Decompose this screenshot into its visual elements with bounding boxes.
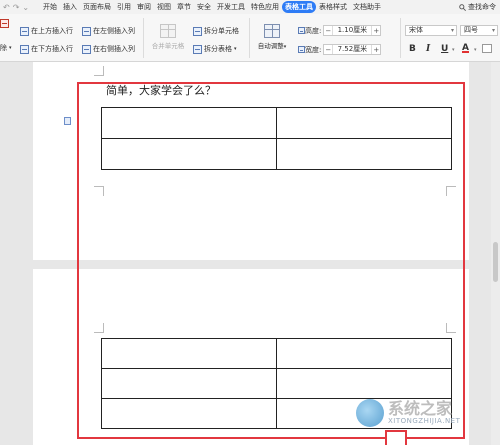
insert-column-left-label: 在左侧插入列 [93, 27, 135, 35]
tab-security[interactable]: 安全 [194, 1, 214, 13]
chevron-down-icon: ▾ [283, 44, 287, 50]
underline-button[interactable]: U [441, 44, 448, 54]
margin-marker [94, 66, 104, 76]
split-cells-button[interactable]: 拆分单元格 [193, 26, 239, 36]
insert-row-below-button[interactable]: 在下方插入行 [20, 44, 73, 54]
font-size-value: 四号 [464, 26, 478, 34]
undo-icon[interactable]: ↶ [3, 3, 10, 12]
insert-column-right-icon [82, 44, 91, 54]
column-width-label: 宽度: [305, 45, 322, 54]
delete-table-icon-partial [0, 19, 9, 28]
font-color-icon[interactable]: A [462, 43, 469, 53]
insert-column-left-button[interactable]: 在左侧插入列 [82, 26, 135, 36]
insert-row-above-label: 在上方插入行 [31, 27, 73, 35]
vertical-scrollbar[interactable] [491, 62, 500, 445]
highlight-annotation-box [77, 82, 465, 439]
row-height-icon [298, 27, 305, 34]
tab-doc-assistant[interactable]: 文档助手 [350, 1, 384, 13]
decrease-height-button[interactable]: − [324, 27, 332, 35]
chevron-down-icon: ▾ [234, 46, 237, 52]
auto-fit-icon [264, 24, 280, 38]
redo-icon[interactable]: ↷ [13, 3, 20, 12]
ribbon-separator [249, 18, 250, 58]
cell-shading-icon[interactable] [482, 44, 492, 53]
increase-height-button[interactable]: + [372, 27, 380, 35]
quick-access-dropdown-icon[interactable]: ⌄ [22, 3, 29, 12]
increase-width-button[interactable]: + [372, 46, 380, 54]
search-icon [459, 3, 466, 11]
scrollbar-thumb[interactable] [493, 242, 498, 282]
tab-featured-apps[interactable]: 特色应用 [248, 1, 282, 13]
ribbon-toolbar: 除 ▾ 在上方插入行 在下方插入行 在左侧插入列 在右侧插入列 合并单元格 拆分… [0, 14, 500, 62]
tab-home[interactable]: 开始 [40, 1, 60, 13]
menu-bar: ↶ ↷ ⌄ 开始 插入 页面布局 引用 审阅 视图 章节 安全 开发工具 特色应… [0, 0, 500, 14]
insert-row-above-icon [20, 26, 29, 36]
split-cells-icon [193, 26, 202, 36]
merge-cells-label: 合并单元格 [151, 42, 185, 50]
ribbon-separator [400, 18, 401, 58]
tab-table-tools[interactable]: 表格工具 [282, 1, 316, 13]
column-width-input[interactable]: 7.52厘米 [332, 45, 373, 54]
italic-button[interactable]: I [426, 44, 430, 54]
split-cells-label: 拆分单元格 [204, 27, 239, 35]
auto-fit-label: 自动调整 [257, 42, 284, 50]
tab-insert[interactable]: 插入 [60, 1, 80, 13]
split-table-label: 拆分表格 [204, 45, 232, 53]
font-size-select[interactable]: 四号 ▾ [460, 25, 498, 36]
chevron-down-icon: ▾ [474, 47, 477, 53]
insert-row-above-button[interactable]: 在上方插入行 [20, 26, 73, 36]
insert-column-right-label: 在右侧插入列 [93, 45, 135, 53]
tab-review[interactable]: 审阅 [134, 1, 154, 13]
column-width-icon [298, 46, 305, 53]
watermark-text: 系统之家 [388, 399, 453, 418]
insert-row-below-icon [20, 44, 29, 54]
chevron-down-icon: ▾ [452, 47, 455, 53]
merge-cells-icon [160, 24, 176, 38]
font-name-value: 宋体 [409, 26, 423, 34]
delete-button[interactable]: 除 ▾ [0, 43, 12, 53]
split-table-button[interactable]: 拆分表格 ▾ [193, 44, 237, 54]
tab-table-styles[interactable]: 表格样式 [316, 1, 350, 13]
command-search[interactable]: 查找命令 [459, 2, 500, 12]
delete-icon [0, 19, 9, 28]
quick-access-toolbar: ↶ ↷ ⌄ [0, 3, 40, 12]
tab-view[interactable]: 视图 [154, 1, 174, 13]
tab-page-layout[interactable]: 页面布局 [80, 1, 114, 13]
tab-references[interactable]: 引用 [114, 1, 134, 13]
chevron-down-icon: ▾ [9, 45, 12, 51]
insert-column-right-button[interactable]: 在右侧插入列 [82, 44, 135, 54]
row-height-input[interactable]: 1.10厘米 [332, 26, 373, 35]
tab-sections[interactable]: 章节 [174, 1, 194, 13]
row-height-label: 高度: [305, 26, 322, 35]
site-watermark: 系统之家 XITONGZHIJIA.NET [356, 393, 460, 433]
paragraph-layout-icon[interactable] [64, 117, 71, 125]
font-name-select[interactable]: 宋体 ▾ [405, 25, 457, 36]
decrease-width-button[interactable]: − [324, 46, 332, 54]
watermark-logo-icon [356, 399, 384, 427]
bold-button[interactable]: B [409, 44, 416, 54]
ribbon-separator [143, 18, 144, 58]
column-width-control: 宽度: − 7.52厘米 + [298, 44, 382, 55]
delete-button-label: 除 [0, 44, 7, 52]
insert-column-left-icon [82, 26, 91, 36]
merge-cells-button[interactable]: 合并单元格 [148, 24, 188, 50]
watermark-url: XITONGZHIJIA.NET [388, 417, 461, 425]
chevron-down-icon: ▾ [491, 27, 495, 34]
chevron-down-icon: ▾ [450, 27, 454, 34]
row-height-control: 高度: − 1.10厘米 + [298, 25, 382, 36]
split-table-icon [193, 44, 202, 54]
auto-fit-button[interactable]: 自动调整▾ [253, 24, 291, 50]
tab-developer[interactable]: 开发工具 [214, 1, 248, 13]
insert-row-below-label: 在下方插入行 [31, 45, 73, 53]
command-search-label: 查找命令 [468, 3, 496, 11]
